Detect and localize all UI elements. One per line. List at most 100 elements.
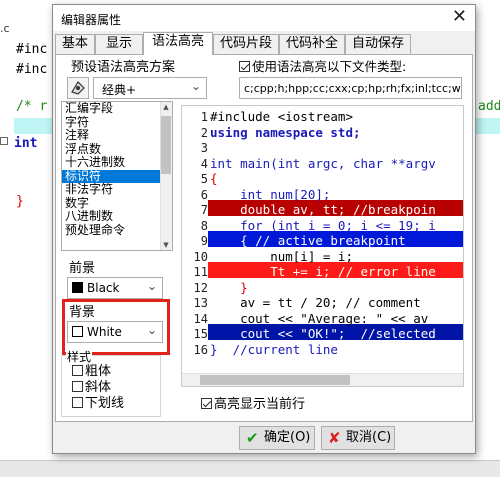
- preview-hscrollbar[interactable]: [182, 373, 463, 386]
- dialog-titlebar: 编辑器属性 ✕: [53, 5, 475, 31]
- code-line-include: #include <iostream>: [210, 109, 353, 124]
- line-number: 16: [193, 342, 208, 357]
- scroll-down-icon[interactable]: ▼: [161, 241, 171, 249]
- editor-line: int: [14, 136, 38, 151]
- line-number-gutter: 1 2 3 4 5 6 7 8 9 10 11 12 13 14 15 16: [182, 106, 210, 386]
- list-item[interactable]: 数字: [62, 196, 172, 211]
- line-number: 14: [193, 311, 208, 326]
- list-item[interactable]: 非法字符: [62, 182, 172, 197]
- line-number: 12: [193, 280, 208, 295]
- close-icon[interactable]: ✕: [452, 7, 467, 27]
- fold-marker-icon[interactable]: [0, 137, 8, 145]
- code-line-breakpoint: double av, tt; //breakpoin: [210, 202, 436, 217]
- editor-line: #inc: [16, 42, 48, 57]
- underline-label: 下划线: [85, 396, 125, 411]
- code-line-main: int main(int argc, char **argv: [210, 155, 436, 171]
- list-item[interactable]: 十六进制数: [62, 155, 172, 170]
- check-icon: ✔: [246, 429, 259, 447]
- line-number: 7: [200, 203, 208, 217]
- list-item[interactable]: 注释: [62, 128, 172, 143]
- foreground-value: Black: [87, 281, 120, 295]
- editor-line: /* r: [16, 99, 48, 114]
- palette-icon: [71, 81, 85, 95]
- editor-properties-dialog: 编辑器属性 ✕ 基本 显示 语法高亮 代码片段 代码补全 自动保存 预设语法高亮…: [52, 4, 476, 454]
- scroll-thumb[interactable]: [161, 116, 171, 174]
- highlight-current-line-option[interactable]: 高亮显示当前行: [201, 393, 305, 412]
- preset-value: 经典+: [102, 83, 137, 97]
- chevron-down-icon: ⌄: [146, 323, 157, 337]
- palette-button[interactable]: [67, 77, 89, 99]
- use-highlight-option[interactable]: 使用语法高亮以下文件类型:: [239, 56, 406, 75]
- use-highlight-checkbox[interactable]: [239, 61, 250, 72]
- line-number: 10: [193, 249, 208, 264]
- preset-select[interactable]: 经典+ ⌄: [93, 77, 207, 99]
- tab-display[interactable]: 显示: [95, 34, 143, 54]
- line-number: 15: [193, 327, 208, 341]
- code-line-num-decl: int num[20];: [210, 186, 331, 202]
- cancel-label: 取消(C): [346, 430, 392, 445]
- file-types-input[interactable]: c;cpp;h;hpp;cc;cxx;cp;hp;rh;fx;inl;tcc;w…: [239, 77, 462, 99]
- tab-code-completion[interactable]: 代码补全: [279, 34, 345, 54]
- code-line-cout-average: cout << "Average: " << av: [210, 310, 429, 326]
- editor-line: }: [16, 194, 24, 209]
- background-select[interactable]: White ⌄: [67, 321, 163, 343]
- line-number: 9: [200, 234, 208, 248]
- ok-button[interactable]: ✔ 确定(O): [239, 426, 315, 450]
- status-bar: [0, 460, 500, 477]
- line-number: 11: [193, 265, 208, 279]
- black-swatch: [72, 282, 83, 293]
- hscroll-thumb[interactable]: [200, 375, 350, 385]
- style-group: 样式 粗体 斜体 下划线: [61, 348, 161, 417]
- cancel-button[interactable]: ✘ 取消(C): [321, 426, 395, 450]
- code-line-active-breakpoint: { // active breakpoint: [210, 233, 406, 248]
- use-highlight-label: 使用语法高亮以下文件类型:: [252, 59, 407, 74]
- tab-syntax-highlight[interactable]: 语法高亮: [143, 32, 213, 55]
- list-item[interactable]: 字符: [62, 115, 172, 130]
- list-item[interactable]: 汇编字段: [62, 102, 172, 116]
- code-line-average: av = tt / 20; // comment: [210, 295, 421, 310]
- list-scrollbar[interactable]: ▲ ▼: [160, 102, 172, 250]
- background-label: 背景: [69, 305, 96, 320]
- category-list[interactable]: 汇编字段 字符 注释 浮点数 十六进制数 标识符 非法字符 数字 八进制数 预处…: [61, 101, 173, 251]
- scroll-up-icon[interactable]: ▲: [161, 103, 171, 111]
- tab-code-snippets[interactable]: 代码片段: [213, 34, 279, 54]
- underline-option[interactable]: 下划线: [72, 392, 124, 411]
- highlight-current-label: 高亮显示当前行: [214, 397, 306, 412]
- line-number: 3: [200, 141, 208, 155]
- list-item-selected[interactable]: 标识符: [62, 169, 172, 183]
- white-swatch: [72, 326, 83, 337]
- tab-autosave[interactable]: 自动保存: [345, 34, 411, 54]
- line-number: 1: [200, 110, 208, 124]
- list-item[interactable]: 八进制数: [62, 209, 172, 224]
- code-line-assign: num[i] = i;: [210, 248, 353, 264]
- underline-checkbox[interactable]: [72, 397, 83, 408]
- editor-line-tail: add: [478, 99, 500, 114]
- chevron-down-icon: ⌄: [146, 279, 157, 293]
- line-number: 4: [200, 156, 208, 171]
- chevron-down-icon: ⌄: [190, 79, 201, 93]
- highlight-current-checkbox[interactable]: [201, 398, 212, 409]
- bold-checkbox[interactable]: [72, 365, 83, 376]
- line-number: 8: [200, 218, 208, 233]
- code-line-for: for (int i = 0; i <= 19; i: [210, 217, 436, 233]
- editor-tab-label[interactable]: .c: [0, 22, 14, 36]
- cross-icon: ✘: [328, 429, 341, 447]
- tab-basic[interactable]: 基本: [55, 34, 95, 54]
- line-number: 2: [200, 125, 208, 140]
- syntax-preview[interactable]: 1 2 3 4 5 6 7 8 9 10 11 12 13 14 15 16 #…: [181, 105, 464, 387]
- ok-label: 确定(O): [264, 430, 311, 445]
- foreground-label: 前景: [69, 261, 96, 276]
- line-number: 5: [200, 172, 208, 186]
- background-value: White: [87, 325, 122, 339]
- foreground-select[interactable]: Black ⌄: [67, 277, 163, 299]
- preset-label: 预设语法高亮方案: [71, 60, 176, 75]
- list-item[interactable]: 预处理命令: [62, 223, 172, 238]
- code-line-brace-close: }: [210, 279, 248, 295]
- list-item[interactable]: 浮点数: [62, 142, 172, 157]
- italic-checkbox[interactable]: [72, 381, 83, 392]
- code-line-current: } //current line: [210, 341, 338, 357]
- code-line-error: Tt += i; // error line: [210, 264, 436, 279]
- dialog-title: 编辑器属性: [61, 13, 122, 27]
- line-number: 13: [193, 296, 208, 310]
- line-number: 6: [200, 187, 208, 202]
